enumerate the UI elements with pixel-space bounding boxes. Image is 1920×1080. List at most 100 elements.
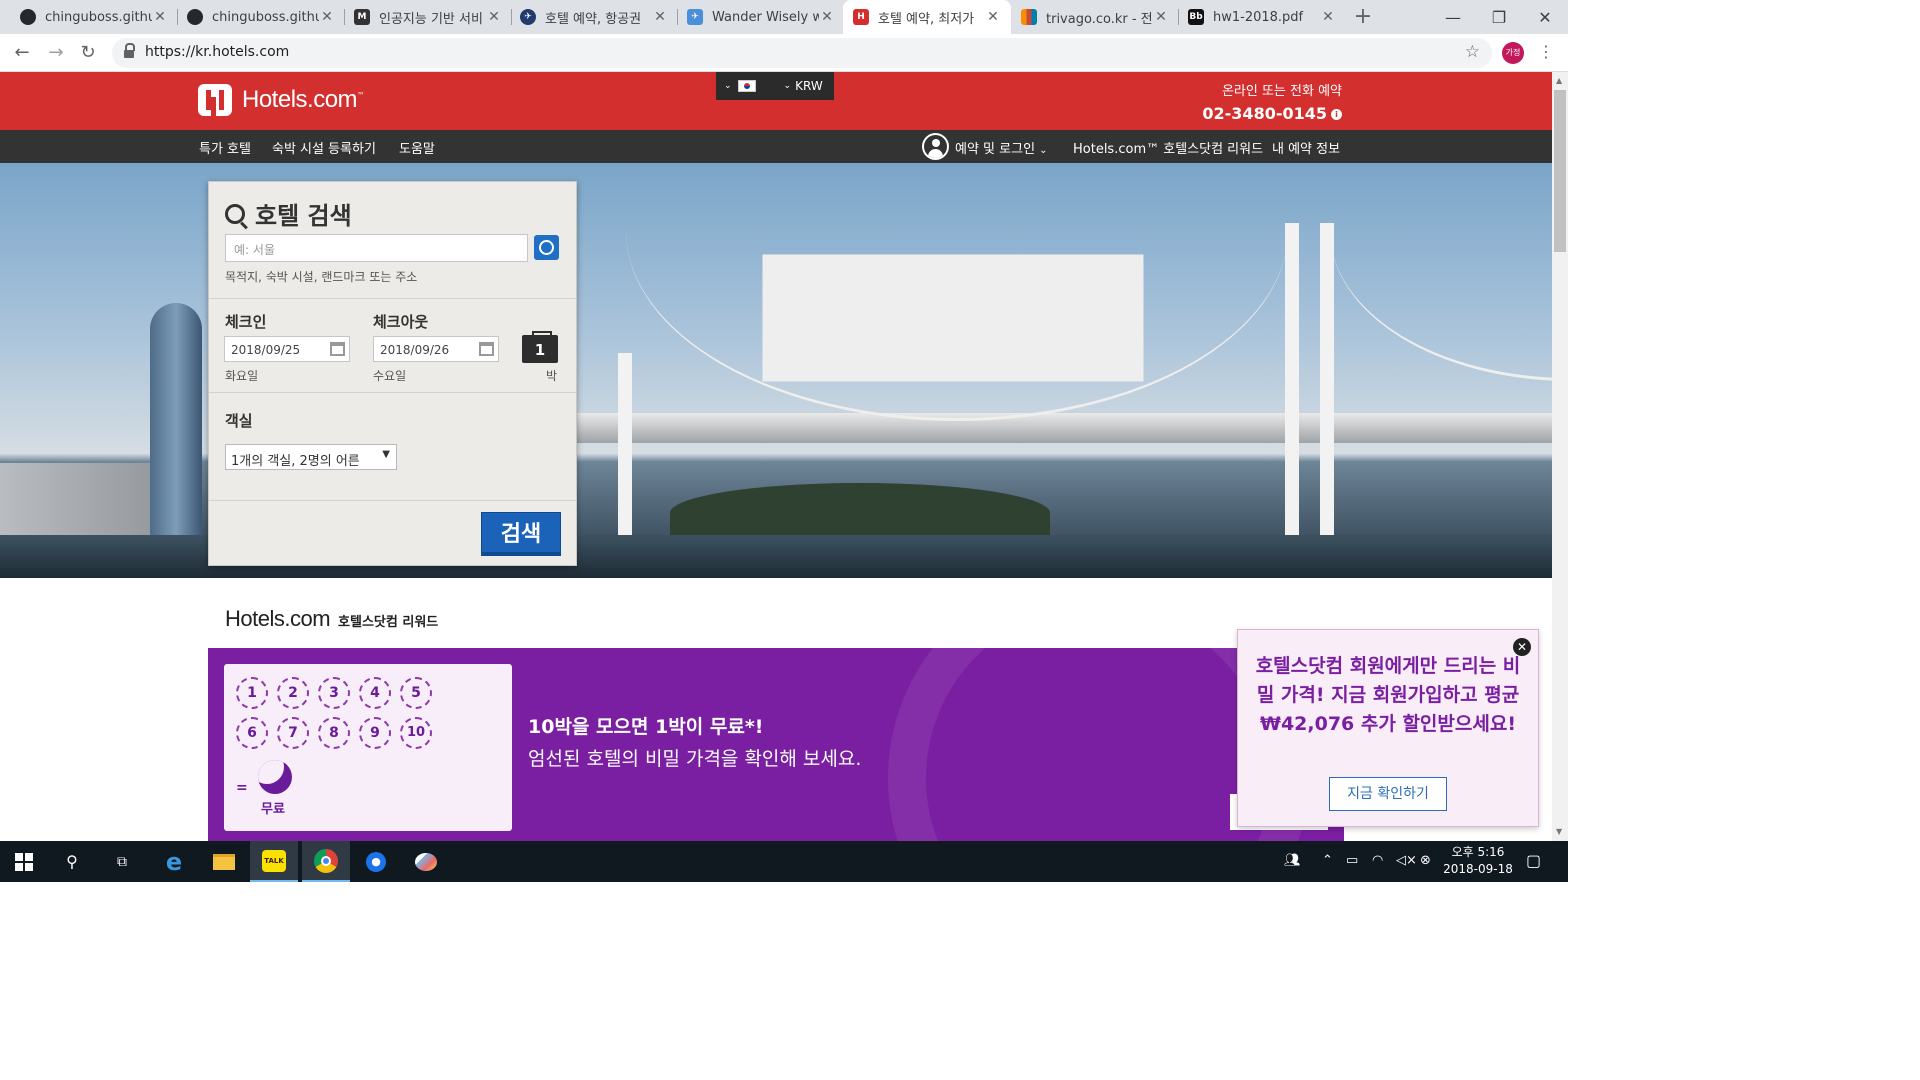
destination-input[interactable]: 예: 서울 [225, 234, 528, 262]
search-icon: ⚲ [66, 852, 78, 871]
page-scrollbar[interactable]: ▲ ▼ [1552, 72, 1568, 841]
edge-app[interactable]: e [150, 841, 198, 882]
member-price-popup: ✕ 호텔스닷컴 회원에게만 드리는 비밀 가격! 지금 회원가입하고 평균 ₩4… [1237, 629, 1539, 827]
nav-my-booking[interactable]: 내 예약 정보 [1272, 138, 1340, 157]
notification-off-icon[interactable]: ⊗ [1420, 853, 1431, 868]
info-icon[interactable]: i [1331, 109, 1342, 120]
close-icon[interactable]: ✕ [985, 9, 1001, 25]
phone-number: 02-3480-0145 i [1202, 104, 1342, 123]
checkin-label: 체크인 [225, 313, 267, 331]
reload-button[interactable]: ↻ [74, 40, 102, 66]
browser-tab[interactable]: chinguboss.github ✕ [10, 0, 178, 34]
site-header: Hotels.com ™ ⌄ ⌄ KRW 온라인 또는 전화 예약 02-348… [0, 72, 1552, 130]
scroll-up-icon[interactable]: ▲ [1556, 76, 1562, 85]
close-icon[interactable]: ✕ [652, 9, 668, 25]
browser-tab[interactable]: M 인공지능 기반 서비 ✕ [344, 0, 512, 34]
nights-count: 1 [522, 331, 558, 363]
chevron-up-icon[interactable]: ⌃ [1322, 853, 1333, 868]
search-taskbar-button[interactable]: ⚲ [48, 841, 96, 882]
tab-strip: chinguboss.github ✕ chinguboss.github ✕ … [0, 0, 1568, 34]
address-bar[interactable]: https://kr.hotels.com ☆ [112, 38, 1492, 68]
browser-menu-icon[interactable]: ⋮ [1538, 42, 1554, 61]
equals-sign: = [236, 780, 248, 796]
maximize-button[interactable]: ❐ [1476, 0, 1522, 34]
nav-login-label: 예약 및 로그인 [955, 142, 1036, 157]
rewards-banner[interactable]: 1 2 3 4 5 6 7 8 9 10 = 무료 10박을 모으면 1박이 무… [208, 648, 1344, 842]
checkout-date-text: 2018/09/26 [380, 343, 450, 357]
close-icon[interactable]: ✕ [819, 9, 835, 25]
phone-label: 온라인 또는 전화 예약 [1221, 84, 1342, 99]
moon-icon [258, 760, 292, 794]
url-text[interactable]: https://kr.hotels.com [145, 44, 289, 60]
nav-list-property[interactable]: 숙박 시설 등록하기 [272, 138, 376, 157]
browser-tab-active[interactable]: H 호텔 예약, 최저가 ✕ [843, 0, 1011, 34]
destination-hint: 목적지, 숙박 시설, 랜드마크 또는 주소 [225, 270, 418, 284]
locate-me-icon[interactable] [534, 235, 559, 260]
action-center-icon[interactable]: ▢ [1526, 851, 1541, 870]
hotels-logo[interactable]: Hotels.com ™ [198, 84, 365, 116]
bridge-cable [626, 231, 1288, 421]
back-button[interactable]: ← [8, 40, 36, 66]
nav-login[interactable]: 예약 및 로그인 ⌄ [955, 138, 1048, 157]
bridge-cable [1330, 231, 1552, 381]
scrollbar-thumb[interactable] [1554, 90, 1566, 252]
minimize-button[interactable]: — [1430, 0, 1476, 34]
browser-tab[interactable]: Bb hw1-2018.pdf ✕ [1178, 0, 1346, 34]
popup-message: 호텔스닷컴 회원에게만 드리는 비밀 가격! 지금 회원가입하고 평균 ₩42,… [1255, 655, 1521, 735]
calendar-icon[interactable] [330, 342, 345, 356]
kakaotalk-app[interactable]: TALK [250, 841, 298, 882]
logo-text: Hotels.com [242, 86, 358, 113]
check-now-button[interactable]: 지금 확인하기 [1329, 777, 1447, 811]
close-icon[interactable]: ✕ [486, 9, 502, 25]
start-button[interactable] [0, 841, 48, 882]
bookmark-star-icon[interactable]: ☆ [1465, 42, 1480, 62]
chrome-app[interactable] [302, 841, 350, 882]
rooms-select[interactable]: 1개의 객실, 2명의 어른 ▼ [225, 444, 397, 470]
close-icon[interactable]: ✕ [1153, 9, 1169, 25]
calendar-icon[interactable] [479, 342, 494, 356]
browser-tab[interactable]: trivago.co.kr - 전 ✕ [1011, 0, 1179, 34]
file-explorer-app[interactable] [200, 841, 248, 882]
browser-tab[interactable]: chinguboss.github ✕ [177, 0, 345, 34]
scroll-down-icon[interactable]: ▼ [1556, 827, 1562, 836]
people-icon[interactable]: 👥︎ [1284, 853, 1301, 868]
maps-app[interactable]: ● [352, 841, 400, 882]
currency-selector[interactable]: KRW [795, 79, 823, 93]
windows-taskbar: ⚲ ⧉ e TALK ● 👥︎ ⌃ ▭ ◠ ◁× ⊗ 오후 5:16 2018-… [0, 841, 1568, 882]
nav-deals[interactable]: 특가 호텔 [199, 138, 251, 157]
browser-tab[interactable]: ✈ 호텔 예약, 항공권 ✕ [510, 0, 678, 34]
rewards-logo: Hotels.com [225, 606, 331, 631]
github-icon [187, 9, 203, 25]
checkout-date-input[interactable]: 2018/09/26 [373, 336, 499, 362]
task-view-button[interactable]: ⧉ [98, 841, 146, 882]
stamp: 8 [318, 717, 350, 749]
volume-muted-icon[interactable]: ◁× [1396, 853, 1417, 868]
nav-rewards[interactable]: Hotels.com™ 호텔스닷컴 리워드 [1073, 138, 1263, 157]
close-icon[interactable]: ✕ [319, 9, 335, 25]
system-clock[interactable]: 오후 5:16 2018-09-18 [1440, 844, 1516, 878]
forward-button[interactable]: → [42, 40, 70, 66]
stamp: 6 [236, 717, 268, 749]
rooms-label: 객실 [225, 412, 253, 430]
nav-help[interactable]: 도움말 [399, 138, 435, 157]
medium-icon: M [354, 9, 370, 25]
checkout-weekday: 수요일 [373, 369, 407, 383]
search-button[interactable]: 검색 [481, 512, 561, 556]
new-tab-button[interactable]: + [1350, 4, 1376, 30]
window-close-button[interactable]: ✕ [1522, 0, 1568, 34]
checkin-date-input[interactable]: 2018/09/25 [224, 336, 350, 362]
rewards-title: 호텔스닷컴 리워드 [338, 615, 439, 630]
battery-icon[interactable]: ▭ [1346, 853, 1358, 868]
wifi-icon[interactable]: ◠ [1372, 853, 1383, 868]
close-icon[interactable]: ✕ [152, 9, 168, 25]
hotels-icon: H [853, 9, 869, 25]
close-icon[interactable]: ✕ [1320, 9, 1336, 25]
paint-app[interactable] [402, 841, 450, 882]
user-icon[interactable] [922, 133, 949, 160]
locale-selector[interactable]: ⌄ ⌄ KRW [716, 72, 834, 100]
browser-tab[interactable]: ✈ Wander Wisely wi ✕ [677, 0, 845, 34]
stamp: 2 [277, 677, 309, 709]
korea-flag-icon[interactable] [737, 80, 756, 92]
profile-avatar[interactable]: 가정 [1502, 42, 1524, 64]
tab-title: Wander Wisely wi [712, 9, 819, 25]
